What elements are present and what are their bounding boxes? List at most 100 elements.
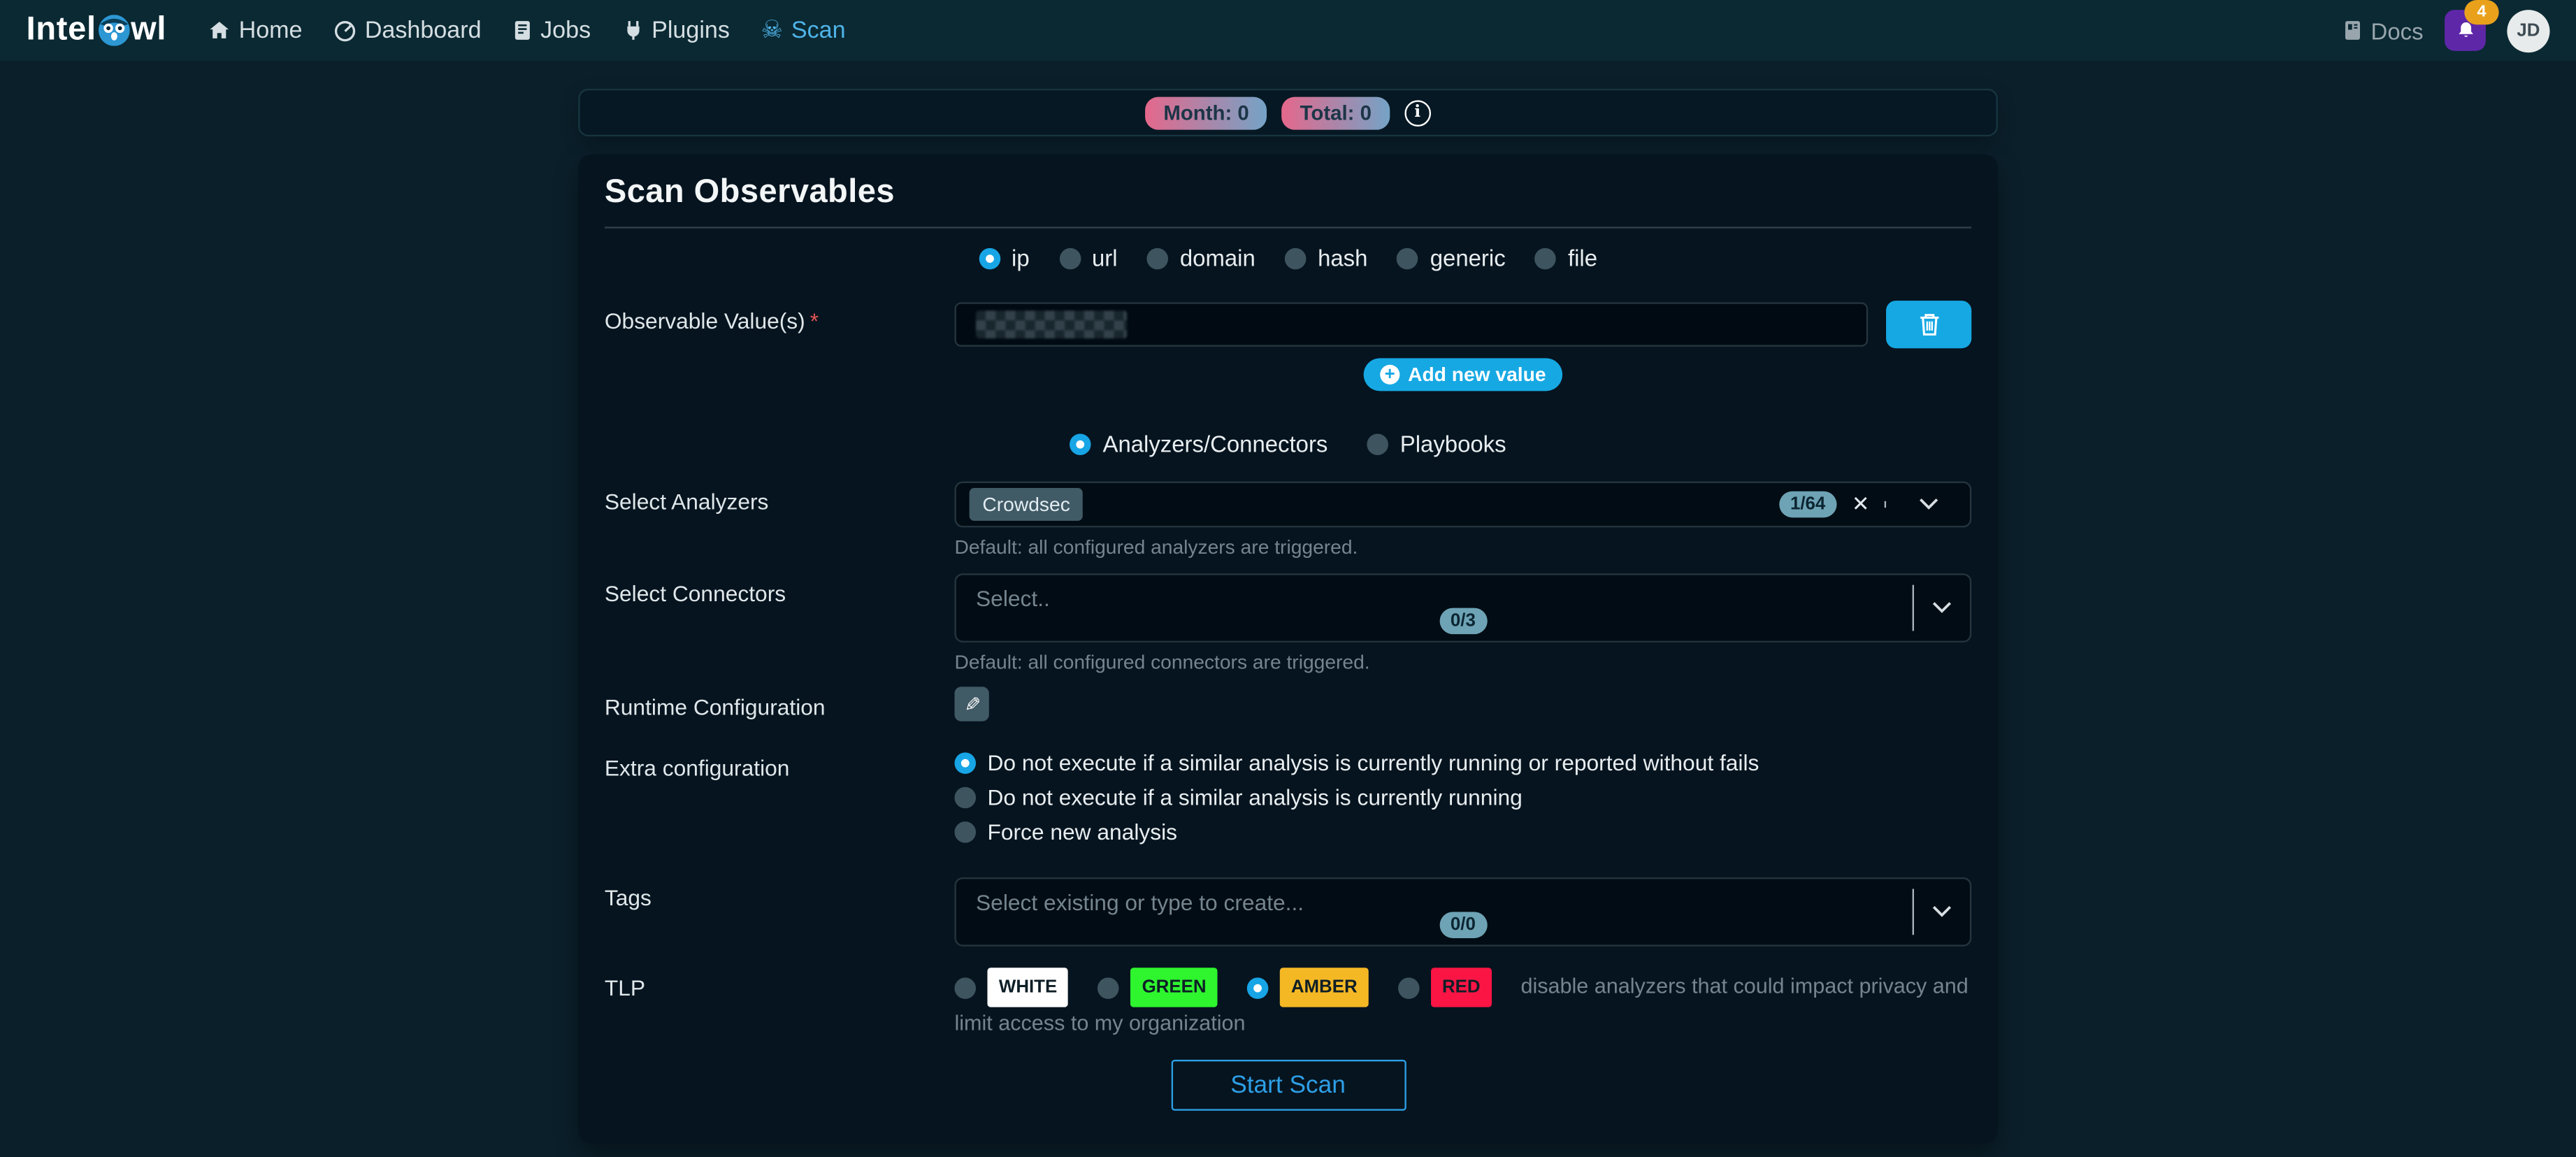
home-icon bbox=[209, 20, 231, 41]
radio-selected-icon bbox=[954, 752, 976, 774]
brand-text-intel: Intel bbox=[27, 11, 96, 49]
radio-selected-icon bbox=[1070, 433, 1091, 454]
docs-book-icon bbox=[2343, 20, 2363, 41]
tlp-green-badge: GREEN bbox=[1130, 968, 1218, 1007]
radio-icon bbox=[954, 787, 976, 809]
tags-multiselect[interactable]: Select existing or type to create... 0/0 bbox=[954, 877, 1971, 947]
add-new-value-button[interactable]: + Add new value bbox=[1364, 358, 1562, 391]
select-analyzers-row: Select Analyzers Crowdsec 1/64 ✕ Default… bbox=[605, 482, 1971, 559]
chevron-down-icon[interactable] bbox=[1914, 575, 1970, 641]
type-radio-file[interactable]: file bbox=[1535, 245, 1597, 271]
observable-value-input[interactable] bbox=[954, 302, 1868, 346]
select-separator bbox=[1885, 501, 1886, 508]
tlp-radio-group: WHITE GREEN AMBER RED disable analyzers … bbox=[954, 968, 1971, 1040]
nav-item-label: Home bbox=[239, 17, 303, 44]
nav-item-label: Scan bbox=[791, 17, 846, 44]
dashboard-icon bbox=[333, 19, 357, 42]
nav-item-dashboard[interactable]: Dashboard bbox=[333, 17, 481, 44]
select-analyzers-label: Select Analyzers bbox=[605, 482, 955, 515]
type-label: file bbox=[1568, 245, 1597, 271]
skull-crossbones-icon: ☠ bbox=[761, 18, 784, 43]
radio-icon bbox=[1535, 247, 1557, 269]
radio-selected-icon bbox=[1246, 977, 1268, 998]
nav-item-label: Plugins bbox=[652, 17, 730, 44]
brand-logo[interactable]: Intel wl bbox=[27, 11, 167, 49]
tlp-option-red[interactable]: RED bbox=[1398, 968, 1492, 1007]
docs-label: Docs bbox=[2371, 17, 2424, 44]
tlp-option-amber[interactable]: AMBER bbox=[1246, 968, 1369, 1007]
chevron-down-icon[interactable] bbox=[1914, 879, 1970, 944]
navbar-right: Docs 4 JD bbox=[2343, 9, 2550, 52]
connectors-placeholder: Select.. bbox=[976, 587, 1050, 611]
analyzers-multiselect[interactable]: Crowdsec 1/64 ✕ bbox=[954, 482, 1971, 528]
radio-selected-icon bbox=[979, 247, 1000, 269]
type-radio-generic[interactable]: generic bbox=[1397, 245, 1506, 271]
plugin-icon bbox=[622, 20, 644, 41]
extra-option-no-execute-running[interactable]: Do not execute if a similar analysis is … bbox=[954, 785, 1971, 810]
tlp-label: TLP bbox=[605, 968, 955, 1000]
selected-analyzer-chip[interactable]: Crowdsec bbox=[970, 488, 1084, 521]
add-button-label: Add new value bbox=[1408, 363, 1546, 386]
tlp-option-green[interactable]: GREEN bbox=[1098, 968, 1218, 1007]
notifications-button[interactable]: 4 bbox=[2445, 10, 2486, 51]
type-label: ip bbox=[1012, 245, 1030, 271]
type-label: generic bbox=[1430, 245, 1506, 271]
radio-icon bbox=[1397, 247, 1419, 269]
nav-item-plugins[interactable]: Plugins bbox=[622, 17, 730, 44]
type-radio-ip[interactable]: ip bbox=[979, 245, 1030, 271]
pencil-icon: ✎ bbox=[965, 693, 981, 716]
docs-link[interactable]: Docs bbox=[2343, 17, 2424, 44]
nav-item-home[interactable]: Home bbox=[209, 17, 302, 44]
observable-type-radio-group: ip url domain hash generic file bbox=[605, 245, 1971, 271]
type-radio-url[interactable]: url bbox=[1059, 245, 1118, 271]
tlp-white-badge: WHITE bbox=[987, 968, 1068, 1007]
nav-menu: Home Dashboard Jobs Plugins ☠ Scan bbox=[209, 17, 845, 44]
mode-radio-playbooks[interactable]: Playbooks bbox=[1367, 431, 1506, 457]
chevron-down-icon[interactable] bbox=[1901, 491, 1957, 518]
radio-icon bbox=[954, 977, 976, 998]
observable-values-label: Observable Value(s)* bbox=[605, 301, 955, 333]
select-connectors-label: Select Connectors bbox=[605, 573, 955, 606]
start-scan-button[interactable]: Start Scan bbox=[1171, 1060, 1406, 1111]
job-stats-bar: Month: 0 Total: 0 i bbox=[578, 89, 1998, 136]
extra-configuration-row: Extra configuration Do not execute if a … bbox=[605, 747, 1971, 845]
runtime-configuration-label: Runtime Configuration bbox=[605, 687, 955, 719]
radio-icon bbox=[1285, 247, 1307, 269]
title-divider bbox=[605, 227, 1971, 228]
notification-count-badge: 4 bbox=[2464, 0, 2498, 24]
mode-radio-analyzers-connectors[interactable]: Analyzers/Connectors bbox=[1070, 431, 1327, 457]
navbar: Intel wl Home Dashboard Jobs bbox=[0, 0, 2576, 61]
month-count-badge: Month: 0 bbox=[1146, 96, 1267, 129]
extra-option-force-new-analysis[interactable]: Force new analysis bbox=[954, 820, 1971, 845]
type-radio-hash[interactable]: hash bbox=[1285, 245, 1367, 271]
connectors-helper-text: Default: all configured connectors are t… bbox=[954, 651, 1971, 674]
nav-item-jobs[interactable]: Jobs bbox=[512, 17, 591, 44]
trash-icon bbox=[1918, 312, 1940, 337]
plus-icon: + bbox=[1380, 365, 1399, 385]
type-radio-domain[interactable]: domain bbox=[1147, 245, 1255, 271]
analysis-mode-radio-group: Analyzers/Connectors Playbooks bbox=[605, 431, 1971, 457]
radio-icon bbox=[1147, 247, 1169, 269]
nav-item-label: Dashboard bbox=[365, 17, 482, 44]
edit-runtime-config-button[interactable]: ✎ bbox=[954, 687, 988, 721]
type-label: domain bbox=[1180, 245, 1255, 271]
brand-text-owl: wl bbox=[131, 11, 166, 49]
tags-label: Tags bbox=[605, 877, 955, 910]
user-avatar[interactable]: JD bbox=[2507, 9, 2549, 52]
tlp-option-white[interactable]: WHITE bbox=[954, 968, 1068, 1007]
tlp-red-badge: RED bbox=[1431, 968, 1492, 1007]
mode-label: Analyzers/Connectors bbox=[1102, 431, 1327, 457]
nav-item-scan[interactable]: ☠ Scan bbox=[761, 17, 846, 44]
delete-value-button[interactable] bbox=[1886, 301, 1971, 348]
connectors-multiselect[interactable]: Select.. 0/3 bbox=[954, 573, 1971, 642]
intelowl-scan-page: Intel wl Home Dashboard Jobs bbox=[0, 0, 2576, 1157]
connectors-count-badge: 0/3 bbox=[1439, 608, 1487, 635]
extra-option-label: Do not execute if a similar analysis is … bbox=[987, 785, 1522, 810]
info-icon[interactable]: i bbox=[1404, 99, 1431, 126]
owl-logo-icon bbox=[98, 15, 129, 46]
extra-option-no-execute-without-fails[interactable]: Do not execute if a similar analysis is … bbox=[954, 751, 1971, 775]
mode-label: Playbooks bbox=[1400, 431, 1506, 457]
scan-observables-card: Scan Observables ip url domain hash gene… bbox=[578, 154, 1998, 1144]
radio-icon bbox=[1059, 247, 1081, 269]
clear-selection-icon[interactable]: ✕ bbox=[1852, 492, 1870, 517]
